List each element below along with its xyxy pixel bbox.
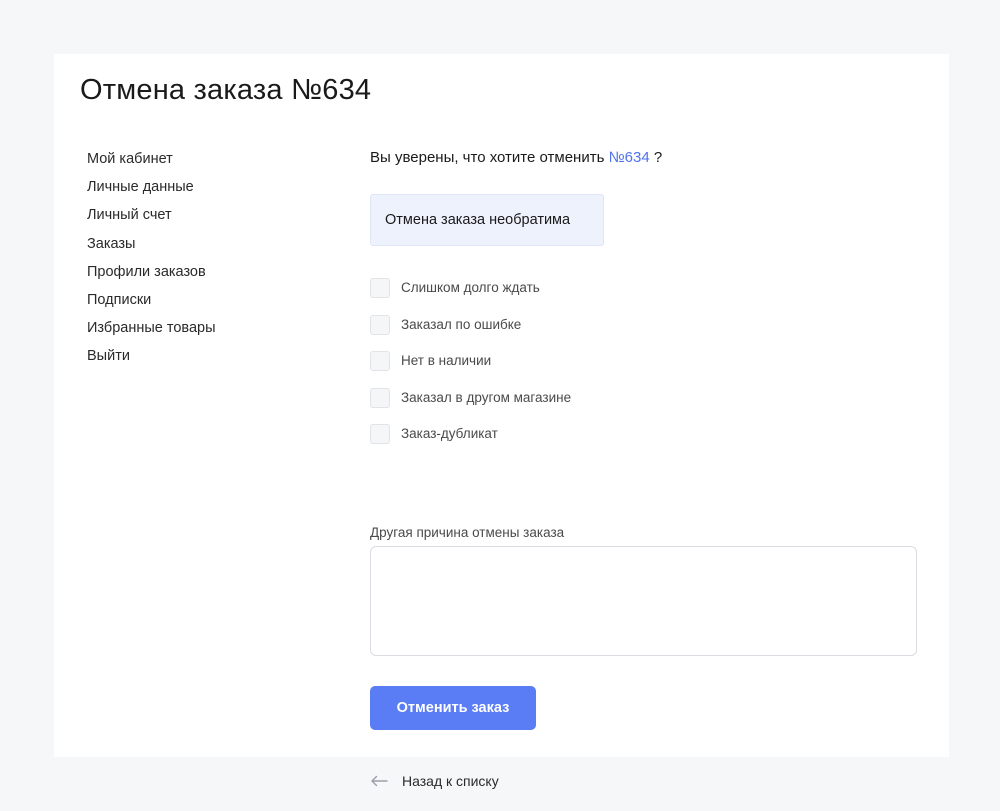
- reason-label: Заказал по ошибке: [401, 316, 522, 332]
- irreversible-notice: Отмена заказа необратима: [370, 194, 604, 246]
- page-title: Отмена заказа №634: [80, 74, 372, 106]
- order-cancel-card: Отмена заказа №634 Мой кабинет Личные да…: [54, 54, 949, 789]
- reason-option[interactable]: Заказ-дубликат: [370, 424, 571, 461]
- reason-checkbox[interactable]: [370, 424, 390, 444]
- sidebar-item-orders[interactable]: Заказы: [87, 234, 216, 262]
- sidebar-item-order-profiles[interactable]: Профили заказов: [87, 262, 216, 290]
- arrow-left-icon: [371, 775, 388, 787]
- reason-label: Заказ-дубликат: [401, 426, 498, 441]
- reason-checkbox[interactable]: [370, 314, 390, 335]
- sidebar-item-subscriptions[interactable]: Подписки: [87, 290, 216, 318]
- confirm-question-mark: ?: [653, 149, 663, 166]
- sidebar-item-logout[interactable]: Выйти: [87, 346, 216, 374]
- reason-label: Слишком долго ждать: [401, 280, 540, 295]
- reason-checkbox[interactable]: [370, 278, 390, 298]
- confirm-question: Вы уверены, что хотите отменить №634 ?: [370, 148, 918, 168]
- cancel-order-button[interactable]: Отменить заказ: [370, 686, 536, 730]
- reason-checkbox[interactable]: [370, 387, 390, 408]
- other-reason-input[interactable]: [370, 546, 917, 656]
- reason-list: Слишком долго ждать Заказал по ошибке Не…: [370, 278, 571, 461]
- confirm-question-text: Вы уверены, что хотите отменить: [370, 149, 605, 166]
- back-to-list-label: Назад к списку: [402, 773, 499, 789]
- reason-checkbox[interactable]: [370, 351, 390, 371]
- reason-option[interactable]: Заказал по ошибке: [370, 314, 571, 352]
- other-reason-label: Другая причина отмены заказа: [370, 525, 565, 540]
- sidebar-item-my-cabinet[interactable]: Мой кабинет: [87, 149, 216, 177]
- back-to-list-link[interactable]: Назад к списку: [370, 773, 499, 789]
- sidebar-item-favorites[interactable]: Избранные товары: [87, 318, 216, 346]
- reason-label: Нет в наличии: [401, 353, 492, 368]
- reason-option[interactable]: Слишком долго ждать: [370, 278, 571, 315]
- cancel-form: Вы уверены, что хотите отменить №634 ? О…: [370, 148, 918, 789]
- sidebar-item-personal-data[interactable]: Личные данные: [87, 177, 216, 205]
- sidebar-item-personal-account[interactable]: Личный счет: [87, 205, 216, 233]
- reason-option[interactable]: Заказал в другом магазине: [370, 387, 572, 425]
- sidebar-menu: Мой кабинет Личные данные Личный счет За…: [87, 149, 216, 375]
- reason-label: Заказал в другом магазине: [401, 389, 572, 405]
- reason-option[interactable]: Нет в наличии: [370, 351, 571, 388]
- order-number-link[interactable]: №634: [609, 149, 650, 166]
